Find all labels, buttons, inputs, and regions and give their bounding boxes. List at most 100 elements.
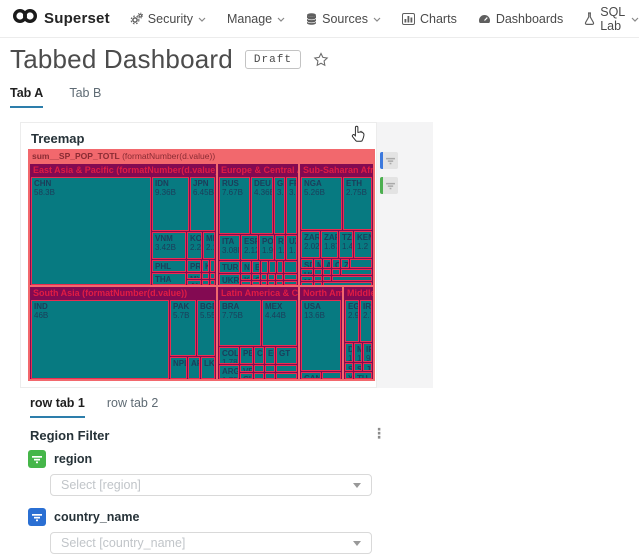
nav-item-charts[interactable]: Charts [402,12,457,26]
treemap-cell-gt[interactable]: GT [276,347,297,364]
filter-badge-green[interactable] [380,177,398,194]
treemap-cell-tu[interactable]: TU [354,372,372,379]
treemap-cell-sdn[interactable]: SDN [301,259,313,268]
treemap-cell-ci[interactable]: CI [254,347,264,364]
treemap-cell[interactable] [314,269,322,275]
treemap-cell[interactable] [314,282,322,285]
treemap-cell-bra[interactable]: BRA 7.75B [219,300,261,346]
treemap-cell-arg[interactable]: ARG1.73B [219,365,239,379]
treemap-region-header[interactable]: Middle East & North Africa (formatNumber… [344,287,373,299]
treemap-cell-chl[interactable]: CHL [240,373,253,379]
treemap-cell-afg[interactable]: AFG [188,357,200,379]
treemap-cell-tza[interactable]: TZA1.4 [339,231,353,258]
treemap-cell[interactable] [265,373,275,379]
draft-badge[interactable]: Draft [244,50,301,69]
treemap-cell-pol[interactable]: POL1.98B [259,235,274,260]
treemap-cell-usa[interactable]: USA 13.6B [301,300,341,371]
treemap-cell[interactable] [202,280,209,285]
treemap-region-header[interactable]: North America (formatNumber(d.value)) [300,287,342,299]
tab-tab-b[interactable]: Tab B [69,86,101,108]
treemap-cell-mex[interactable]: MEX 4.44B [262,300,297,346]
treemap-cell-moz[interactable]: MOZ [301,276,313,281]
nav-item-sql-lab[interactable]: SQL Lab [584,5,639,33]
treemap-cell[interactable] [261,274,267,280]
treemap-cell[interactable] [284,281,297,285]
treemap-cell-mys[interactable]: MYS [187,273,201,279]
treemap-cell-syr[interactable]: SYR [354,363,362,371]
treemap-cell-gha[interactable]: GHA [301,282,313,285]
treemap-cell[interactable] [284,261,297,273]
treemap-cell[interactable] [254,365,264,372]
treemap-region-header[interactable]: Europe & Central Asia (formatNumber(d.va… [218,164,298,176]
treemap-cell[interactable] [332,276,372,281]
nav-item-security[interactable]: Security [130,12,206,26]
treemap-cell-grc[interactable]: GRC [252,274,260,280]
treemap-cell-vnm[interactable]: VNM 3.42B [152,232,186,259]
treemap-cell-lka[interactable]: LKA [201,357,215,379]
treemap-cell-uga[interactable]: UGA [301,269,313,275]
treemap-cell-pak[interactable]: PAK 5.7B [170,300,196,356]
treemap-cell-nld[interactable]: NLD [241,261,251,273]
treemap-cell[interactable] [314,276,322,281]
treemap-cell[interactable] [276,274,283,280]
treemap-cell[interactable] [210,280,215,285]
treemap-cell[interactable] [332,269,340,275]
treemap-cell[interactable] [323,282,372,285]
treemap-cell-ec[interactable]: EC [265,347,275,364]
treemap-cell-hun[interactable]: HUN [241,281,251,285]
nav-item-dashboards[interactable]: Dashboards [478,12,563,26]
treemap-cell-egy[interactable]: EGY2.97B [345,300,359,342]
superset-logo[interactable]: Superset [12,8,110,29]
treemap-cell-m[interactable]: M [314,259,322,268]
favorite-star-icon[interactable] [313,52,329,67]
treemap-cell-dza[interactable]: DZA1.32 [345,343,353,362]
treemap-cell-zar[interactable]: ZAR2.02B [301,231,320,258]
treemap-cell-esp[interactable]: ESP2.12B [241,235,258,260]
treemap-cell-fra[interactable]: FRA3.15B [286,177,297,234]
more-options-icon[interactable]: ⋮ [354,129,368,143]
treemap-cell[interactable] [210,273,215,279]
treemap-cell-tur[interactable]: TUR2.81B [219,261,240,273]
treemap-cell-zaf[interactable]: ZAF1.87B [321,231,338,258]
nav-item-manage[interactable]: Manage [227,12,285,26]
treemap-cell[interactable] [269,261,276,273]
treemap-cell-rou[interactable]: ROU1.17 [275,235,285,260]
treemap-cell[interactable] [210,260,215,272]
treemap-cell[interactable] [276,373,297,379]
treemap-cell[interactable] [268,274,275,280]
treemap-cell[interactable] [254,373,264,379]
treemap-root-node[interactable]: sum__SP_POP_TOTL (formatNumber(d.value)) [32,151,215,161]
treemap-cell[interactable] [350,259,372,268]
treemap-cell-prk[interactable]: PRK [187,260,201,272]
treemap-cell-rus[interactable]: RUS 7.67B [219,177,250,234]
treemap-cell[interactable] [265,365,275,372]
treemap-cell-npl[interactable]: NPL [170,357,187,379]
treemap-cell[interactable] [323,276,331,281]
treemap-cell-chn[interactable]: CHN 58.3B [31,177,151,285]
treemap-region-header[interactable]: South Asia (formatNumber(d.value)) [30,287,216,299]
treemap-cell[interactable] [322,372,341,379]
treemap-region-header[interactable]: East Asia & Pacific (formatNumber(d.valu… [30,164,216,176]
treemap-cell-a[interactable]: A [323,259,331,268]
treemap-cell[interactable] [276,365,297,372]
treemap-cell-ind[interactable]: IND 46B [31,300,169,379]
tab-row-tab-2[interactable]: row tab 2 [107,396,158,418]
tab-tab-a[interactable]: Tab A [10,86,44,108]
tab-row-tab-1[interactable]: row tab 1 [30,396,85,418]
treemap-cell-bgd[interactable]: BGD5.55B [197,300,215,356]
region-select[interactable]: Select [region] [50,474,372,496]
treemap-cell-sau[interactable]: SAU [345,363,353,371]
treemap-cell-mar[interactable]: MAR1.28 [354,343,362,362]
treemap-cell-ken[interactable]: KEN1.2 [354,231,372,258]
treemap-cell-ukr[interactable]: UKR2.65B [219,274,240,285]
treemap-region-header[interactable]: Latin America & Caribbean (formatNumber(… [218,287,298,299]
treemap-cell[interactable] [202,273,209,279]
treemap-cell-idn[interactable]: IDN 9.36B [152,177,189,231]
treemap-cell-ven[interactable]: VEN [240,365,253,372]
treemap-cell-bel[interactable]: BEL [252,261,260,273]
treemap-cell-yem[interactable]: YEM [345,372,353,379]
treemap-cell-tha[interactable]: THA2.83B [152,273,186,285]
treemap-cell-uzb[interactable]: UZB1.0 [286,235,297,260]
more-options-icon[interactable]: ⋮ [372,426,386,440]
treemap-cell-khm[interactable]: KHM [202,260,209,272]
